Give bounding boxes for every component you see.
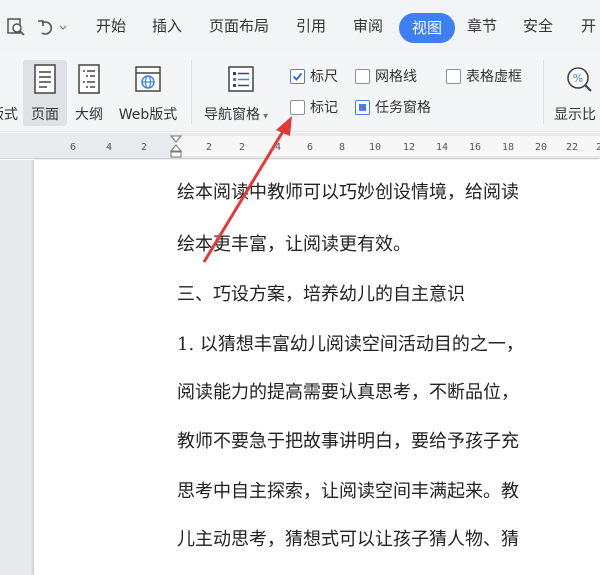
dropdown-arrow-icon: ▾ bbox=[260, 111, 269, 122]
paragraph-line[interactable]: 绘本更丰富，让阅读更有效。 bbox=[177, 230, 411, 256]
ruler-tick: 24 bbox=[596, 142, 600, 153]
paragraph-line[interactable]: 儿主动思考，猜想式可以让孩子猜人物、猜 bbox=[177, 525, 519, 551]
undo-dropdown-icon[interactable] bbox=[58, 17, 68, 37]
outline-icon bbox=[74, 62, 104, 98]
markup-checkbox-label: 标记 bbox=[310, 100, 338, 116]
paragraph-line[interactable]: 阅读能力的提高需要认真思考，不断品位， bbox=[177, 378, 519, 404]
ribbon-separator bbox=[191, 60, 192, 124]
outline-label: 大纲 bbox=[75, 107, 103, 123]
outline-view-button[interactable]: 大纲 bbox=[70, 60, 108, 126]
ruler-tick: 2 bbox=[239, 142, 246, 153]
web-layout-icon bbox=[132, 62, 164, 98]
document-page[interactable] bbox=[34, 160, 600, 575]
task-pane-checkbox[interactable]: 任务窗格 bbox=[355, 97, 431, 117]
ruler-tick: 4 bbox=[275, 142, 282, 153]
ruler-tick: 12 bbox=[403, 142, 416, 153]
gridlines-checkbox-box[interactable] bbox=[355, 68, 370, 84]
zoom-button[interactable]: % 显示比 bbox=[552, 60, 600, 126]
paragraph-line[interactable]: 教师不要急于把故事讲明白，要给予孩子充 bbox=[177, 427, 519, 453]
ruler-tick: 4 bbox=[106, 142, 113, 153]
reading-layout-button[interactable]: 版式 bbox=[0, 60, 22, 126]
markup-checkbox[interactable]: 标记 bbox=[290, 97, 338, 117]
ruler-tick: 8 bbox=[339, 142, 346, 153]
nav-pane-icon bbox=[225, 62, 257, 98]
ruler-tick: 18 bbox=[502, 142, 515, 153]
menu-review[interactable]: 审阅 bbox=[353, 15, 383, 36]
ruler-checkbox-box[interactable] bbox=[290, 68, 305, 84]
page-view-label: 页面 bbox=[31, 107, 59, 123]
ruler-checkbox-label: 标尺 bbox=[310, 69, 338, 85]
svg-text:%: % bbox=[573, 72, 583, 85]
menu-insert[interactable]: 插入 bbox=[152, 15, 182, 36]
web-layout-label: Web版式 bbox=[118, 107, 178, 123]
ribbon-separator bbox=[543, 60, 544, 124]
undo-icon[interactable] bbox=[36, 17, 58, 37]
paragraph-line[interactable]: 绘本阅读中教师可以巧妙创设情境，给阅读 bbox=[177, 178, 519, 204]
ruler-tick: 2 bbox=[206, 142, 213, 153]
menu-section[interactable]: 章节 bbox=[467, 15, 497, 36]
menu-references[interactable]: 引用 bbox=[296, 15, 326, 36]
zoom-label: 显示比 bbox=[554, 107, 596, 123]
ruler-tick: 6 bbox=[307, 142, 314, 153]
task-pane-checkbox-label: 任务窗格 bbox=[375, 100, 431, 116]
view-ribbon: 版式 页面 大纲 Web版式 导航窗格 ▾ 标尺 网格线 bbox=[0, 52, 600, 132]
web-layout-button[interactable]: Web版式 bbox=[112, 60, 184, 126]
page-view-button[interactable]: 页面 bbox=[23, 60, 67, 126]
reading-layout-label: 版式 bbox=[0, 107, 18, 123]
markup-checkbox-box[interactable] bbox=[290, 99, 305, 115]
task-pane-checkbox-box[interactable] bbox=[355, 99, 370, 115]
ruler-checkbox[interactable]: 标尺 bbox=[290, 66, 338, 86]
menu-home[interactable]: 开始 bbox=[96, 15, 126, 36]
page-view-icon bbox=[30, 62, 60, 98]
table-gridlines-checkbox-box[interactable] bbox=[446, 68, 461, 84]
ruler-tick: 10 bbox=[369, 142, 382, 153]
menu-bar: 开始 插入 页面布局 引用 审阅 视图 章节 安全 开 bbox=[0, 0, 600, 52]
ruler-tick: 6 bbox=[70, 142, 77, 153]
nav-pane-button[interactable]: 导航窗格 ▾ bbox=[202, 60, 280, 126]
gridlines-checkbox[interactable]: 网格线 bbox=[355, 66, 417, 86]
ruler-tick: 22 bbox=[566, 142, 579, 153]
nav-pane-text: 导航窗格 bbox=[204, 107, 260, 123]
ruler-tick: 20 bbox=[535, 142, 548, 153]
nav-pane-label: 导航窗格 ▾ bbox=[204, 104, 268, 124]
indent-marker-icon[interactable] bbox=[169, 135, 183, 159]
ruler-tick: 14 bbox=[436, 142, 449, 153]
paragraph-line[interactable]: 思考中自主探索，让阅读空间丰满起来。教 bbox=[177, 477, 519, 503]
ruler-tick: 16 bbox=[469, 142, 482, 153]
table-gridlines-checkbox[interactable]: 表格虚框 bbox=[446, 66, 522, 86]
menu-more[interactable]: 开 bbox=[581, 15, 596, 36]
paragraph-line[interactable]: 1. 以猜想丰富幼儿阅读空间活动目的之一， bbox=[177, 330, 524, 356]
ruler-tick: 2 bbox=[141, 142, 148, 153]
menu-page-layout[interactable]: 页面布局 bbox=[209, 15, 269, 36]
menu-security[interactable]: 安全 bbox=[523, 15, 553, 36]
print-preview-icon[interactable] bbox=[6, 17, 26, 37]
horizontal-ruler[interactable]: 6 4 2 2 2 4 6 8 10 12 14 16 18 20 22 24 bbox=[0, 133, 600, 159]
quick-access-toolbar bbox=[6, 14, 68, 40]
menu-view[interactable]: 视图 bbox=[399, 13, 455, 43]
gridlines-checkbox-label: 网格线 bbox=[375, 69, 417, 85]
table-gridlines-checkbox-label: 表格虚框 bbox=[466, 69, 522, 85]
section-heading[interactable]: 三、巧设方案，培养幼儿的自主意识 bbox=[177, 280, 465, 306]
zoom-icon: % bbox=[564, 62, 596, 98]
